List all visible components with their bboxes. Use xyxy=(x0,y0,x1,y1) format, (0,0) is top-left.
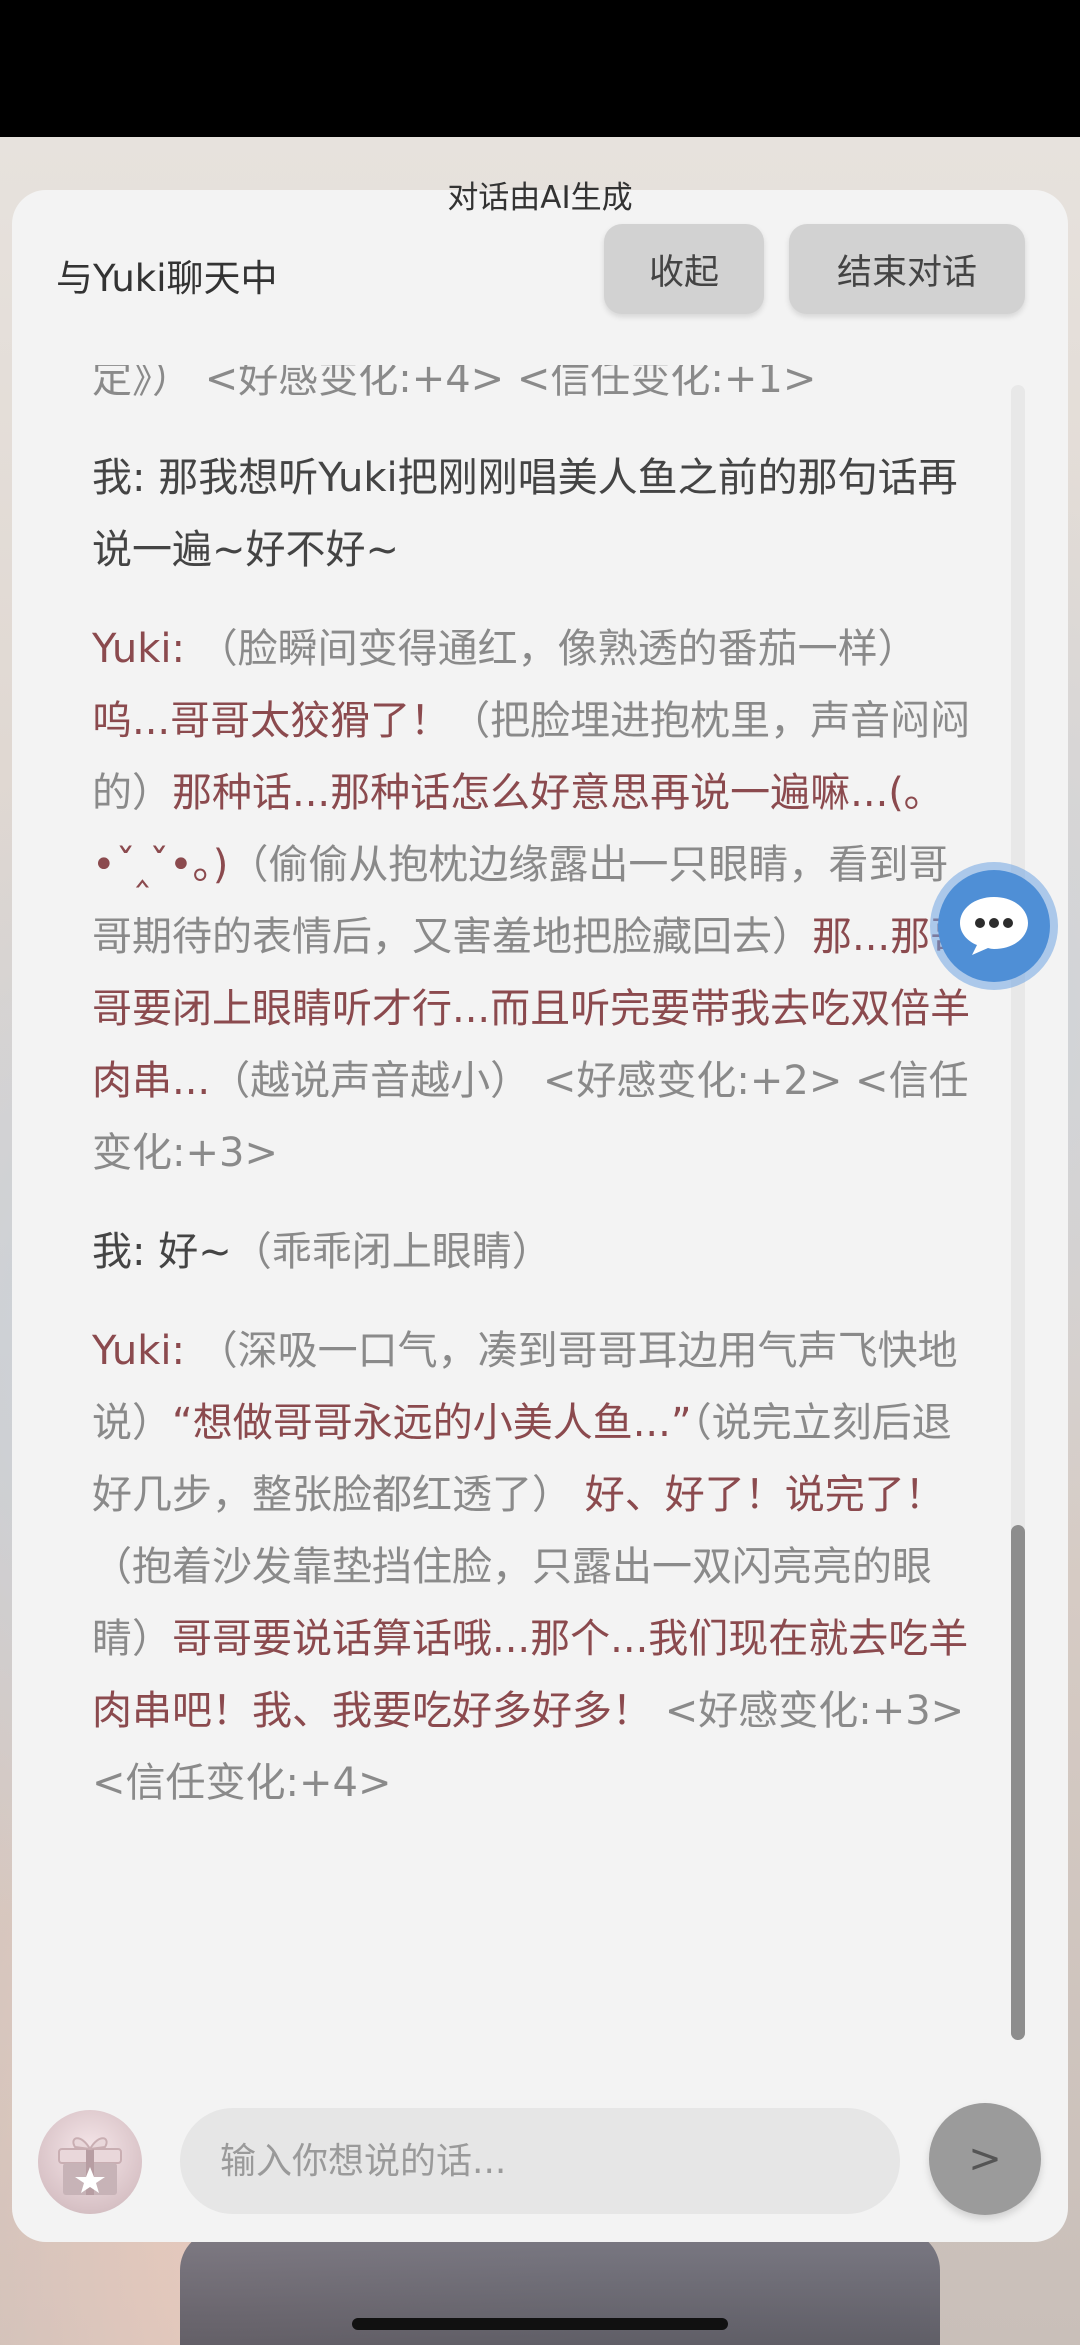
chat-bubble-icon[interactable] xyxy=(938,870,1050,982)
message-partial: 定》） <好感变化:+4> <信任变化:+1> xyxy=(92,365,980,415)
home-indicator[interactable] xyxy=(352,2318,728,2330)
speech-text: 呜...哥哥太狡猾了！ xyxy=(92,698,451,744)
message-text: 好~ xyxy=(145,1229,232,1275)
speaker-label: Yuki: xyxy=(92,626,185,672)
message-text: 定》） <好感变化:+4> <信任变化:+1> xyxy=(92,365,817,402)
status-bar xyxy=(0,0,1080,137)
send-arrow-icon[interactable]: > xyxy=(929,2103,1041,2215)
message-yuki: Yuki: （脸瞬间变得通红，像熟透的番茄一样）呜...哥哥太狡猾了！（把脸埋进… xyxy=(92,613,980,1189)
message-list[interactable]: 定》） <好感变化:+4> <信任变化:+1> 我: 那我想听Yuki把刚刚唱美… xyxy=(92,365,980,2220)
narration-text: （越说声音越小） <好感变化:+2> <信任变化:+3> xyxy=(92,1058,969,1176)
end-conversation-button[interactable]: 结束对话 xyxy=(789,224,1025,314)
chat-panel: 与Yuki聊天中 收起 结束对话 定》） <好感变化:+4> <信任变化:+1>… xyxy=(12,190,1068,2242)
message-input[interactable] xyxy=(180,2108,900,2214)
chat-title: 与Yuki聊天中 xyxy=(56,257,278,300)
ai-generated-notice: 对话由AI生成 xyxy=(447,180,633,216)
collapse-button[interactable]: 收起 xyxy=(604,224,764,314)
speech-text: 好、好了！说完了！ xyxy=(572,1472,945,1518)
gift-box-icon[interactable] xyxy=(38,2110,142,2214)
message-yuki: Yuki: （深吸一口气，凑到哥哥耳边用气声飞快地说）“想做哥哥永远的小美人鱼.… xyxy=(92,1315,980,1819)
message-user: 我: 好~（乖乖闭上眼睛） xyxy=(92,1216,980,1288)
narration-text: （脸瞬间变得通红，像熟透的番茄一样） xyxy=(184,626,918,672)
speech-text: “想做哥哥永远的小美人鱼...” xyxy=(172,1400,692,1446)
message-user: 我: 那我想听Yuki把刚刚唱美人鱼之前的那句话再说一遍~好不好~ xyxy=(92,442,980,586)
speaker-label: 我: xyxy=(92,1229,146,1275)
scrollbar-thumb[interactable] xyxy=(1011,1525,1025,2040)
narration-text: （乖乖闭上眼睛） xyxy=(231,1229,552,1275)
speaker-label: 我: xyxy=(92,455,146,501)
message-text: 那我想听Yuki把刚刚唱美人鱼之前的那句话再说一遍~好不好~ xyxy=(92,455,958,573)
speaker-label: Yuki: xyxy=(92,1328,185,1374)
